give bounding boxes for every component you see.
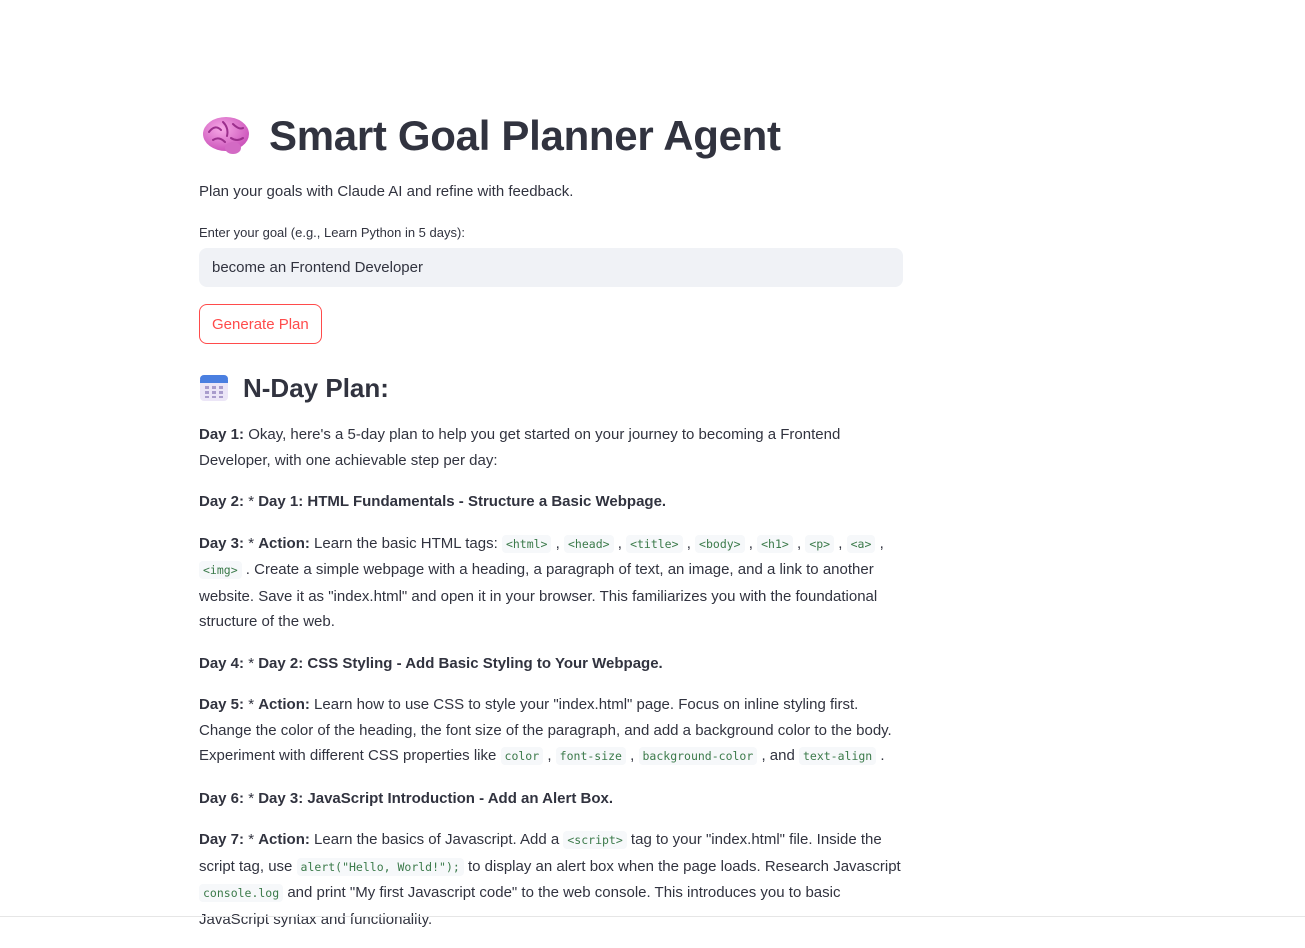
- plan-item-text: ,: [744, 534, 758, 552]
- plan-item-text: Learn the basic HTML tags:: [309, 534, 502, 552]
- code-snippet: <head>: [564, 534, 614, 553]
- code-snippet: <h1>: [757, 534, 793, 553]
- plan-item-text: Okay, here's a 5-day plan to help you ge…: [199, 426, 841, 469]
- plan-item: Day 4: * Day 2: CSS Styling - Add Basic …: [199, 651, 903, 677]
- goal-input[interactable]: [199, 248, 903, 287]
- page-title: Smart Goal Planner Agent: [269, 112, 781, 159]
- plan-item-text: *: [244, 654, 259, 672]
- code-snippet: <title>: [626, 534, 683, 553]
- plan-item-text: ,: [551, 534, 564, 552]
- plan-item-text: *: [244, 789, 259, 807]
- plan-item-text: ,: [625, 747, 639, 764]
- plan-item-text: ,: [834, 534, 847, 552]
- plan-item-emphasis: Action:: [258, 831, 310, 848]
- code-snippet: background-color: [638, 747, 758, 765]
- plan-item-text: and print "My first Javascript code" to …: [199, 884, 841, 928]
- code-snippet: font-size: [555, 747, 626, 765]
- brain-icon: [199, 112, 253, 160]
- plan-item-label: Day 3:: [199, 534, 245, 552]
- code-snippet: <html>: [501, 534, 552, 553]
- plan-item: Day 6: * Day 3: JavaScript Introduction …: [199, 786, 903, 812]
- plan-item-text: ,: [875, 534, 884, 552]
- code-snippet: console.log: [199, 884, 284, 902]
- plan-heading: N-Day Plan:: [243, 373, 389, 403]
- calendar-icon: [199, 373, 229, 403]
- plan-header: N-Day Plan:: [199, 369, 389, 407]
- generate-plan-button[interactable]: Generate Plan: [199, 304, 322, 344]
- code-snippet: <img>: [199, 561, 242, 579]
- plan-item-text: . Create a simple webpage with a heading…: [199, 561, 878, 630]
- plan-item-label: Day 7:: [199, 831, 245, 848]
- plan-item-text: ,: [682, 534, 696, 552]
- plan-list: Day 1: Okay, here's a 5-day plan to help…: [199, 422, 903, 948]
- plan-item: Day 3: * Action: Learn the basic HTML ta…: [199, 531, 903, 635]
- title-row: Smart Goal Planner Agent: [199, 110, 781, 162]
- code-snippet: <script>: [563, 831, 627, 849]
- code-snippet: <a>: [846, 534, 876, 553]
- plan-item-label: Day 6:: [199, 789, 245, 807]
- plan-item-text: *: [244, 831, 259, 848]
- plan-item-label: Day 4:: [199, 654, 245, 672]
- plan-item-text: to display an alert box when the page lo…: [463, 857, 901, 875]
- code-snippet: color: [500, 747, 544, 765]
- plan-item-text: *: [244, 493, 259, 510]
- goal-input-label: Enter your goal (e.g., Learn Python in 5…: [199, 225, 465, 240]
- plan-item-emphasis: Day 3: JavaScript Introduction - Add an …: [258, 789, 613, 807]
- plan-item: Day 5: * Action: Learn how to use CSS to…: [199, 692, 903, 770]
- plan-item-text: .: [876, 747, 885, 764]
- plan-item-label: Day 5:: [199, 696, 245, 713]
- plan-item-label: Day 2:: [199, 493, 245, 510]
- plan-item-emphasis: Action:: [258, 696, 310, 713]
- plan-item-text: ,: [792, 534, 806, 552]
- plan-item-text: Learn the basics of Javascript. Add a: [309, 831, 564, 848]
- plan-item: Day 1: Okay, here's a 5-day plan to help…: [199, 422, 903, 473]
- code-snippet: <body>: [695, 534, 745, 553]
- plan-item-label: Day 1:: [199, 426, 245, 443]
- divider: [0, 916, 1305, 917]
- plan-item: Day 2: * Day 1: HTML Fundamentals - Stru…: [199, 489, 903, 515]
- plan-item-text: *: [244, 696, 259, 713]
- code-snippet: alert("Hello, World!");: [296, 857, 464, 876]
- plan-item-text: , and: [757, 747, 799, 764]
- code-snippet: text-align: [798, 747, 877, 765]
- plan-item-emphasis: Day 2: CSS Styling - Add Basic Styling t…: [258, 654, 663, 672]
- plan-item-text: ,: [543, 747, 556, 764]
- plan-item-emphasis: Day 1: HTML Fundamentals - Structure a B…: [258, 493, 667, 510]
- plan-item-text: *: [244, 534, 259, 552]
- plan-item-emphasis: Action:: [258, 534, 310, 552]
- code-snippet: <p>: [805, 534, 835, 553]
- plan-item-text: ,: [613, 534, 627, 552]
- page-subtitle: Plan your goals with Claude AI and refin…: [199, 183, 574, 200]
